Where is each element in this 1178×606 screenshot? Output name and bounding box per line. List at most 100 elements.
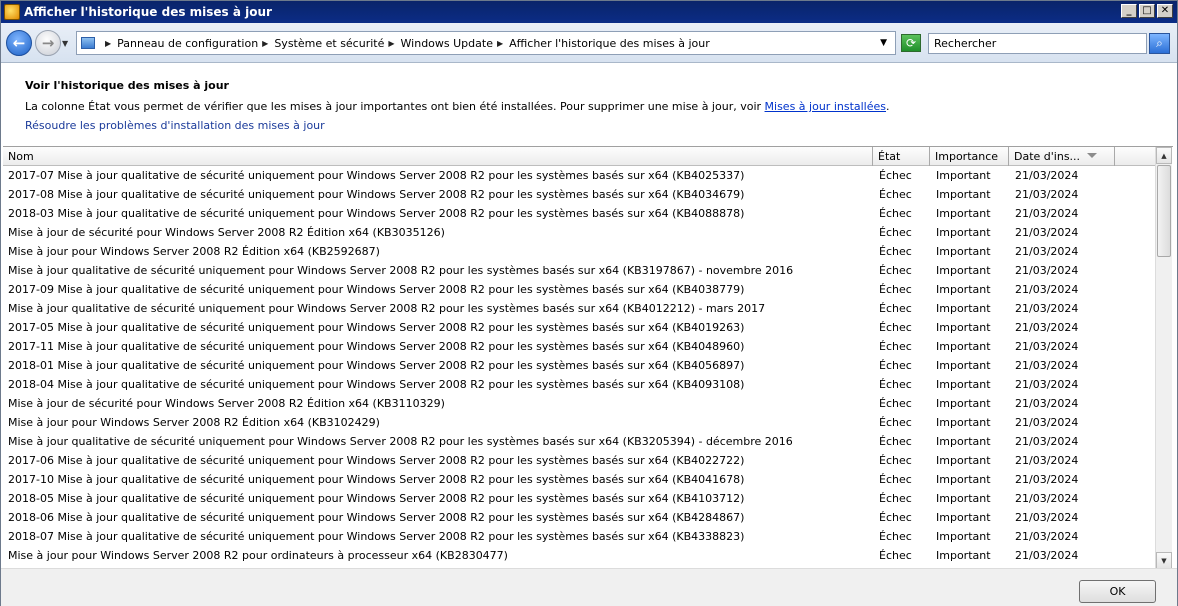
update-date-cell: 21/03/2024 xyxy=(1015,340,1079,353)
update-name-cell: Mise à jour qualitative de sécurité uniq… xyxy=(8,302,766,315)
refresh-button[interactable]: ⟳ xyxy=(901,34,921,52)
table-row[interactable]: 2017-10 Mise à jour qualitative de sécur… xyxy=(3,470,1155,489)
breadcrumb-item-control-panel[interactable]: Panneau de configuration xyxy=(117,37,258,50)
update-name-cell: 2017-06 Mise à jour qualitative de sécur… xyxy=(8,454,745,467)
update-importance-cell: Important xyxy=(936,283,991,296)
update-importance-cell: Important xyxy=(936,416,991,429)
description-end: . xyxy=(886,100,890,113)
update-date-cell: 21/03/2024 xyxy=(1015,511,1079,524)
column-header-importance[interactable]: Importance xyxy=(930,147,1009,166)
breadcrumb-item-windows-update[interactable]: Windows Update xyxy=(401,37,493,50)
minimize-button[interactable]: _ xyxy=(1121,4,1137,18)
column-header-row: Nom État Importance Date d'ins... xyxy=(3,147,1155,166)
update-importance-cell: Important xyxy=(936,454,991,467)
update-importance-cell: Important xyxy=(936,169,991,182)
update-date-cell: 21/03/2024 xyxy=(1015,416,1079,429)
update-date-cell: 21/03/2024 xyxy=(1015,264,1079,277)
table-row[interactable]: Mise à jour qualitative de sécurité uniq… xyxy=(3,261,1155,280)
table-row[interactable]: 2017-07 Mise à jour qualitative de sécur… xyxy=(3,166,1155,185)
update-state-cell: Échec xyxy=(879,359,912,372)
update-date-cell: 21/03/2024 xyxy=(1015,473,1079,486)
update-date-cell: 21/03/2024 xyxy=(1015,435,1079,448)
column-header-state[interactable]: État xyxy=(873,147,930,166)
breadcrumb-item-system-security[interactable]: Système et sécurité xyxy=(274,37,384,50)
address-dropdown-icon[interactable]: ▼ xyxy=(880,38,887,48)
update-name-cell: 2017-07 Mise à jour qualitative de sécur… xyxy=(8,169,745,182)
update-state-cell: Échec xyxy=(879,549,912,562)
search-input[interactable] xyxy=(928,33,1147,54)
troubleshoot-link[interactable]: Résoudre les problèmes d'installation de… xyxy=(25,119,325,132)
address-toolbar: ← → ▼ ▶ Panneau de configuration ▶ Systè… xyxy=(1,23,1177,63)
update-importance-cell: Important xyxy=(936,378,991,391)
table-row[interactable]: 2018-03 Mise à jour qualitative de sécur… xyxy=(3,204,1155,223)
update-history-list: Nom État Importance Date d'ins... 2017-0… xyxy=(3,146,1173,569)
update-state-cell: Échec xyxy=(879,226,912,239)
close-button[interactable]: ✕ xyxy=(1157,4,1173,18)
table-row[interactable]: Mise à jour pour Windows Server 2008 R2 … xyxy=(3,413,1155,432)
title-bar[interactable]: Afficher l'historique des mises à jour _… xyxy=(1,1,1177,23)
ok-button[interactable]: OK xyxy=(1079,580,1156,603)
breadcrumb-chevron-icon[interactable]: ▶ xyxy=(105,39,111,48)
maximize-button[interactable]: □ xyxy=(1139,4,1155,18)
update-history-window: Afficher l'historique des mises à jour _… xyxy=(0,0,1178,606)
update-date-cell: 21/03/2024 xyxy=(1015,226,1079,239)
windows-update-icon xyxy=(4,4,20,20)
update-state-cell: Échec xyxy=(879,492,912,505)
update-state-cell: Échec xyxy=(879,454,912,467)
table-row[interactable]: 2018-07 Mise à jour qualitative de sécur… xyxy=(3,527,1155,546)
breadcrumb-chevron-icon[interactable]: ▶ xyxy=(497,39,503,48)
column-header-date[interactable]: Date d'ins... xyxy=(1009,147,1115,166)
table-row[interactable]: Mise à jour pour Windows Server 2008 R2 … xyxy=(3,242,1155,261)
table-row[interactable]: 2018-04 Mise à jour qualitative de sécur… xyxy=(3,375,1155,394)
scroll-up-icon[interactable]: ▲ xyxy=(1156,147,1172,164)
table-row[interactable]: 2017-11 Mise à jour qualitative de sécur… xyxy=(3,337,1155,356)
table-row[interactable]: 2017-05 Mise à jour qualitative de sécur… xyxy=(3,318,1155,337)
search-button[interactable]: ⌕ xyxy=(1149,33,1170,54)
window-title: Afficher l'historique des mises à jour xyxy=(24,5,272,19)
update-name-cell: 2018-06 Mise à jour qualitative de sécur… xyxy=(8,511,745,524)
update-date-cell: 21/03/2024 xyxy=(1015,283,1079,296)
table-row[interactable]: Mise à jour de sécurité pour Windows Ser… xyxy=(3,223,1155,242)
back-button[interactable]: ← xyxy=(6,30,32,56)
update-state-cell: Échec xyxy=(879,511,912,524)
update-name-cell: 2017-08 Mise à jour qualitative de sécur… xyxy=(8,188,745,201)
breadcrumb-chevron-icon[interactable]: ▶ xyxy=(388,39,394,48)
table-row[interactable]: 2017-08 Mise à jour qualitative de sécur… xyxy=(3,185,1155,204)
refresh-icon: ⟳ xyxy=(905,36,917,50)
table-row[interactable]: 2017-09 Mise à jour qualitative de sécur… xyxy=(3,280,1155,299)
scroll-down-icon[interactable]: ▼ xyxy=(1156,552,1172,569)
recent-pages-dropdown-icon[interactable]: ▼ xyxy=(62,39,68,48)
vertical-scrollbar[interactable]: ▲ ▼ xyxy=(1155,147,1172,569)
update-state-cell: Échec xyxy=(879,473,912,486)
search-icon: ⌕ xyxy=(1156,36,1163,50)
table-row[interactable]: 2018-05 Mise à jour qualitative de sécur… xyxy=(3,489,1155,508)
update-state-cell: Échec xyxy=(879,245,912,258)
column-header-name[interactable]: Nom xyxy=(3,147,873,166)
table-row[interactable]: Mise à jour pour Windows Server 2008 R2 … xyxy=(3,546,1155,565)
table-row[interactable]: 2018-06 Mise à jour qualitative de sécur… xyxy=(3,508,1155,527)
installed-updates-link[interactable]: Mises à jour installées xyxy=(765,100,886,113)
forward-button[interactable]: → xyxy=(35,30,61,56)
table-row[interactable]: Mise à jour de sécurité pour Windows Ser… xyxy=(3,394,1155,413)
update-name-cell: 2018-07 Mise à jour qualitative de sécur… xyxy=(8,530,745,543)
update-name-cell: Mise à jour qualitative de sécurité uniq… xyxy=(8,264,794,277)
page-title: Voir l'historique des mises à jour xyxy=(25,79,229,92)
update-name-cell: 2018-04 Mise à jour qualitative de sécur… xyxy=(8,378,745,391)
update-state-cell: Échec xyxy=(879,435,912,448)
update-importance-cell: Important xyxy=(936,245,991,258)
table-row[interactable]: Mise à jour qualitative de sécurité uniq… xyxy=(3,432,1155,451)
update-date-cell: 21/03/2024 xyxy=(1015,359,1079,372)
breadcrumb[interactable]: ▶ Panneau de configuration ▶ Système et … xyxy=(76,31,896,55)
scroll-thumb[interactable] xyxy=(1157,165,1171,257)
table-row[interactable]: 2018-01 Mise à jour qualitative de sécur… xyxy=(3,356,1155,375)
update-date-cell: 21/03/2024 xyxy=(1015,549,1079,562)
table-row[interactable]: Mise à jour qualitative de sécurité uniq… xyxy=(3,299,1155,318)
update-date-cell: 21/03/2024 xyxy=(1015,302,1079,315)
update-state-cell: Échec xyxy=(879,321,912,334)
page-description: La colonne État vous permet de vérifier … xyxy=(25,100,890,113)
breadcrumb-chevron-icon[interactable]: ▶ xyxy=(262,39,268,48)
table-row[interactable]: 2017-06 Mise à jour qualitative de sécur… xyxy=(3,451,1155,470)
update-name-cell: 2017-05 Mise à jour qualitative de sécur… xyxy=(8,321,745,334)
breadcrumb-item-history[interactable]: Afficher l'historique des mises à jour xyxy=(509,37,710,50)
column-header-date-label: Date d'ins... xyxy=(1014,150,1081,163)
